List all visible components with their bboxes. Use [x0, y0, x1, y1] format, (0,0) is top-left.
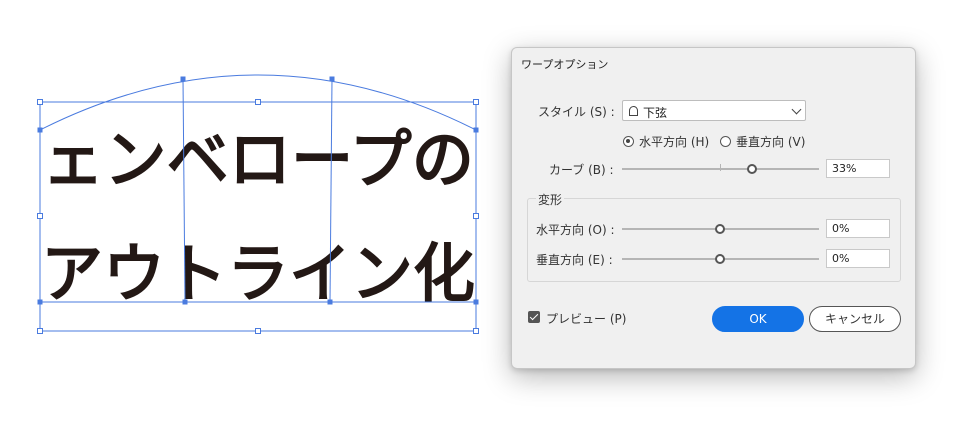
preview-label[interactable]: プレビュー (P) — [546, 310, 626, 327]
style-label: スタイル (S) : — [538, 105, 615, 119]
distortion-vertical-slider-thumb[interactable] — [715, 254, 725, 264]
chevron-down-icon — [791, 104, 802, 115]
arc-lower-icon — [628, 106, 639, 116]
horizontal-radio-label[interactable]: 水平方向 (H) — [639, 133, 709, 150]
dialog-title: ワープオプション — [521, 58, 609, 71]
distortion-vertical-label: 垂直方向 (E) : — [536, 253, 613, 267]
warped-text-line-1: ェンベロープの — [42, 124, 474, 198]
cancel-button[interactable]: キャンセル — [809, 306, 901, 332]
warped-text-line-2: アウトライン化 — [41, 238, 475, 312]
distortion-group — [527, 198, 901, 282]
style-select[interactable]: 下弦 — [622, 100, 806, 121]
distortion-vertical-input[interactable]: 0% — [826, 249, 890, 268]
warp-options-dialog: ワープオプション スタイル (S) : 下弦 水平方向 (H) 垂直方向 (V)… — [511, 47, 916, 369]
distortion-horizontal-input[interactable]: 0% — [826, 219, 890, 238]
vertical-radio-label[interactable]: 垂直方向 (V) — [736, 133, 805, 150]
distortion-group-label: 変形 — [536, 191, 565, 208]
bend-label: カーブ (B) : — [549, 163, 614, 177]
vertical-radio[interactable] — [720, 136, 731, 147]
ok-button[interactable]: OK — [712, 306, 804, 332]
distortion-horizontal-label: 水平方向 (O) : — [536, 223, 615, 237]
horizontal-radio[interactable] — [623, 136, 634, 147]
style-select-value: 下弦 — [643, 106, 668, 120]
bend-slider-center-tick — [720, 164, 721, 171]
distortion-horizontal-slider-thumb[interactable] — [715, 224, 725, 234]
bend-input[interactable]: 33% — [826, 159, 890, 178]
bend-slider-thumb[interactable] — [747, 164, 757, 174]
preview-checkbox[interactable] — [528, 311, 540, 323]
